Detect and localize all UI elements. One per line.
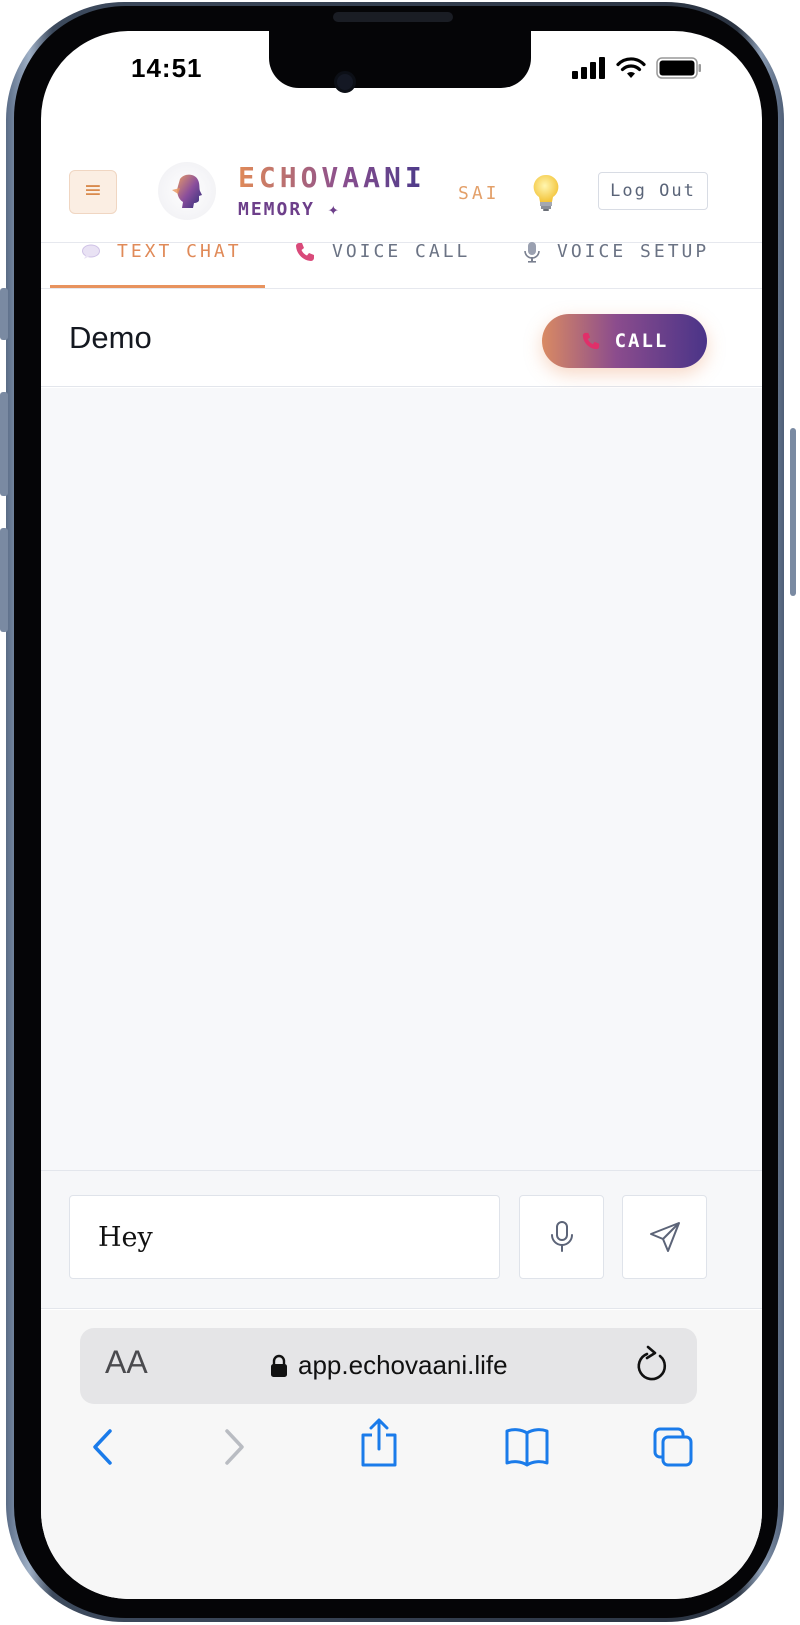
browser-toolbar: AA app.echovaani.life	[41, 1310, 762, 1599]
signal-icon	[572, 57, 605, 79]
status-time: 14:51	[131, 53, 203, 83]
mute-switch	[0, 288, 8, 340]
volume-up-button	[0, 392, 8, 496]
active-tab-indicator	[50, 285, 265, 288]
composer	[41, 1171, 762, 1309]
brand-logo	[158, 162, 216, 220]
front-camera	[334, 71, 356, 93]
user-name: SAI	[458, 183, 500, 204]
lightbulb-icon[interactable]	[531, 173, 561, 213]
phone-screen: 14:51 ≡ ECHOVAANI MEMORY ✦ SAI Log Out T…	[41, 31, 762, 1599]
reload-icon[interactable]	[634, 1344, 672, 1386]
text-size-button[interactable]: AA	[105, 1344, 148, 1381]
bookmarks-icon[interactable]	[503, 1425, 551, 1469]
tab-label: VOICE SETUP	[557, 241, 710, 262]
lock-icon	[271, 1354, 287, 1377]
call-label: CALL	[614, 330, 669, 352]
phone-icon	[582, 332, 599, 350]
tab-label: TEXT CHAT	[117, 241, 242, 262]
tab-bar: TEXT CHAT VOICE CALL VOICE SETUP	[41, 214, 762, 289]
message-list[interactable]	[41, 388, 762, 1171]
earpiece-speaker	[333, 12, 453, 22]
tabs-icon[interactable]	[651, 1425, 695, 1469]
tab-text-chat[interactable]: TEXT CHAT	[81, 214, 242, 289]
head-profile-icon	[172, 174, 202, 208]
battery-icon	[656, 57, 701, 79]
phone-icon	[296, 242, 314, 261]
voice-input-button[interactable]	[519, 1195, 604, 1279]
status-icons	[572, 57, 702, 79]
microphone-icon	[550, 1221, 573, 1252]
tab-voice-call[interactable]: VOICE CALL	[294, 214, 470, 289]
power-button	[790, 428, 796, 596]
back-icon[interactable]	[89, 1425, 115, 1469]
chat-bubble-icon	[82, 244, 100, 259]
brand-title: ECHOVAANI	[238, 161, 426, 194]
call-button[interactable]: CALL	[542, 314, 707, 368]
address-bar[interactable]: AA app.echovaani.life	[80, 1328, 697, 1404]
microphone-icon	[524, 241, 540, 263]
url-text: app.echovaani.life	[298, 1350, 508, 1380]
send-icon	[649, 1222, 680, 1252]
message-input[interactable]	[69, 1195, 500, 1279]
forward-icon[interactable]	[222, 1425, 248, 1469]
send-button[interactable]	[622, 1195, 707, 1279]
volume-down-button	[0, 528, 8, 632]
wifi-icon	[616, 57, 646, 78]
url-display[interactable]: app.echovaani.life	[270, 1350, 508, 1381]
browser-nav	[41, 1418, 762, 1485]
logout-button[interactable]: Log Out	[598, 172, 708, 210]
notch	[269, 31, 531, 88]
text-size-label: AA	[105, 1344, 148, 1380]
tab-voice-setup[interactable]: VOICE SETUP	[523, 214, 709, 289]
chat-header: Demo CALL	[41, 290, 762, 387]
share-icon[interactable]	[359, 1417, 399, 1469]
menu-button[interactable]: ≡	[69, 170, 117, 214]
tab-label: VOICE CALL	[332, 241, 471, 262]
chat-title: Demo	[69, 320, 152, 355]
